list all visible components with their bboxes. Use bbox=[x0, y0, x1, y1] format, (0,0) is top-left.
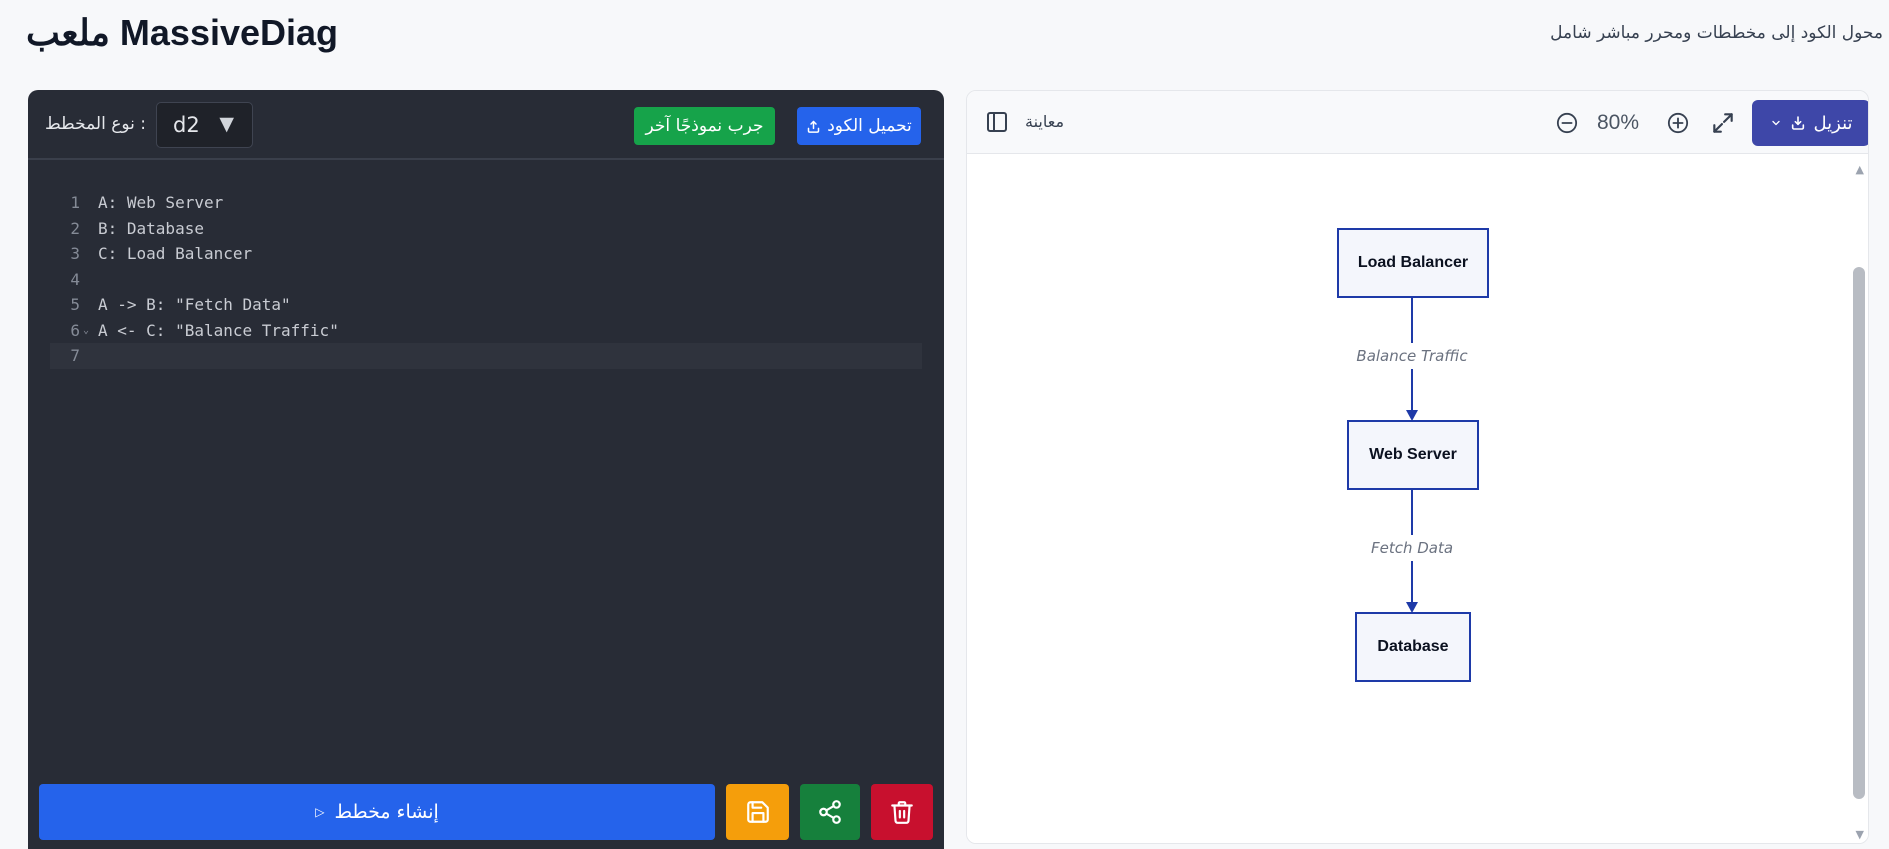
diagram-type-select[interactable]: d2 ▼ bbox=[156, 102, 253, 148]
code-editor[interactable]: 1 A: Web Server 2 B: Database 3 C: Load Bal… bbox=[50, 190, 922, 369]
share-button[interactable] bbox=[800, 784, 860, 840]
preview-scrollbar[interactable]: ▲ ▼ bbox=[1850, 155, 1868, 843]
line-number: 1 bbox=[70, 193, 80, 212]
line-number: 5 bbox=[70, 295, 80, 314]
save-icon bbox=[746, 801, 769, 823]
line-number: 7 bbox=[70, 346, 80, 365]
preview-toolbar: معاينة 80% تنزيل bbox=[967, 91, 1868, 154]
scroll-up-icon[interactable]: ▲ bbox=[1856, 163, 1864, 176]
code-text: C: Load Balancer bbox=[98, 244, 253, 263]
zoom-level: 80% bbox=[1597, 111, 1640, 134]
fullscreen-icon[interactable] bbox=[1710, 110, 1736, 136]
code-line: 5 A -> B: "Fetch Data" bbox=[50, 292, 922, 318]
node-load-balancer[interactable]: Load Balancer bbox=[1337, 228, 1489, 298]
line-number: 4 bbox=[70, 269, 80, 289]
preview-panel: معاينة 80% تنزيل Load Balancer Balance T… bbox=[966, 90, 1869, 844]
line-number: 3 bbox=[70, 244, 80, 263]
code-text: A <- C: "Balance Traffic" bbox=[98, 320, 339, 340]
upload-code-button[interactable]: تحميل الكود bbox=[797, 107, 921, 145]
zoom-out-icon[interactable] bbox=[1556, 112, 1578, 134]
try-sample-button[interactable]: جرب نموذجًا آخر bbox=[634, 107, 775, 145]
generate-diagram-button[interactable]: إنشاء مخطط ▷ bbox=[39, 784, 715, 840]
code-line: 3 C: Load Balancer bbox=[50, 241, 922, 267]
scroll-down-icon[interactable]: ▼ bbox=[1856, 828, 1864, 841]
code-text: B: Database bbox=[98, 218, 204, 238]
chevron-down-icon bbox=[1771, 120, 1780, 126]
generate-diagram-label: إنشاء مخطط bbox=[334, 801, 439, 823]
fold-chevron-icon[interactable]: ⌄ bbox=[83, 325, 89, 336]
code-line: 4 bbox=[50, 267, 922, 293]
edge-label-balance-traffic: Balance Traffic bbox=[1356, 347, 1468, 365]
trash-icon bbox=[891, 801, 913, 824]
app-tagline: محول الكود إلى مخططات ومحرر مباشر شامل bbox=[1550, 23, 1883, 43]
code-text: A: Web Server bbox=[98, 193, 224, 212]
code-line: 1 A: Web Server bbox=[50, 190, 922, 216]
node-web-server[interactable]: Web Server bbox=[1347, 420, 1479, 490]
upload-code-label: تحميل الكود bbox=[827, 116, 912, 136]
download-icon bbox=[1791, 116, 1804, 130]
download-button[interactable]: تنزيل bbox=[1752, 100, 1868, 146]
code-editor-panel: : نوع المخطط d2 ▼ جرب نموذجًا آخر تحميل … bbox=[28, 90, 944, 849]
scrollbar-thumb[interactable] bbox=[1853, 267, 1865, 799]
editor-toolbar: : نوع المخطط d2 ▼ جرب نموذجًا آخر تحميل … bbox=[28, 90, 944, 160]
code-line: 6 ⌄ A <- C: "Balance Traffic" bbox=[50, 318, 922, 344]
line-number: 2 bbox=[70, 218, 80, 238]
code-line: 2 B: Database bbox=[50, 216, 922, 242]
node-database[interactable]: Database bbox=[1355, 612, 1471, 682]
app-title: ملعب MassiveDiag bbox=[26, 12, 339, 53]
diagram-canvas[interactable]: Load Balancer Balance Traffic Web Server… bbox=[967, 155, 1868, 843]
diagram-type-label: : نوع المخطط bbox=[45, 114, 146, 134]
preview-label: معاينة bbox=[1025, 112, 1065, 131]
delete-button[interactable] bbox=[871, 784, 933, 840]
play-icon: ▷ bbox=[315, 805, 325, 819]
sidebar-toggle-icon[interactable] bbox=[985, 110, 1009, 134]
save-button[interactable] bbox=[726, 784, 789, 840]
share-icon bbox=[819, 800, 841, 824]
diagram-type-value: d2 bbox=[173, 113, 200, 137]
app-header: ملعب MassiveDiag محول الكود إلى مخططات و… bbox=[0, 0, 1889, 80]
caret-down-icon: ▼ bbox=[219, 113, 234, 135]
editor-actions: إنشاء مخطط ▷ bbox=[28, 784, 944, 840]
code-text: A -> B: "Fetch Data" bbox=[98, 295, 291, 314]
download-label: تنزيل bbox=[1813, 112, 1853, 134]
zoom-in-icon[interactable] bbox=[1667, 112, 1689, 134]
edge-label-fetch-data: Fetch Data bbox=[1370, 539, 1454, 557]
code-line-active: 7 bbox=[50, 343, 922, 369]
line-number: 6 bbox=[70, 320, 80, 340]
upload-icon bbox=[807, 120, 820, 133]
